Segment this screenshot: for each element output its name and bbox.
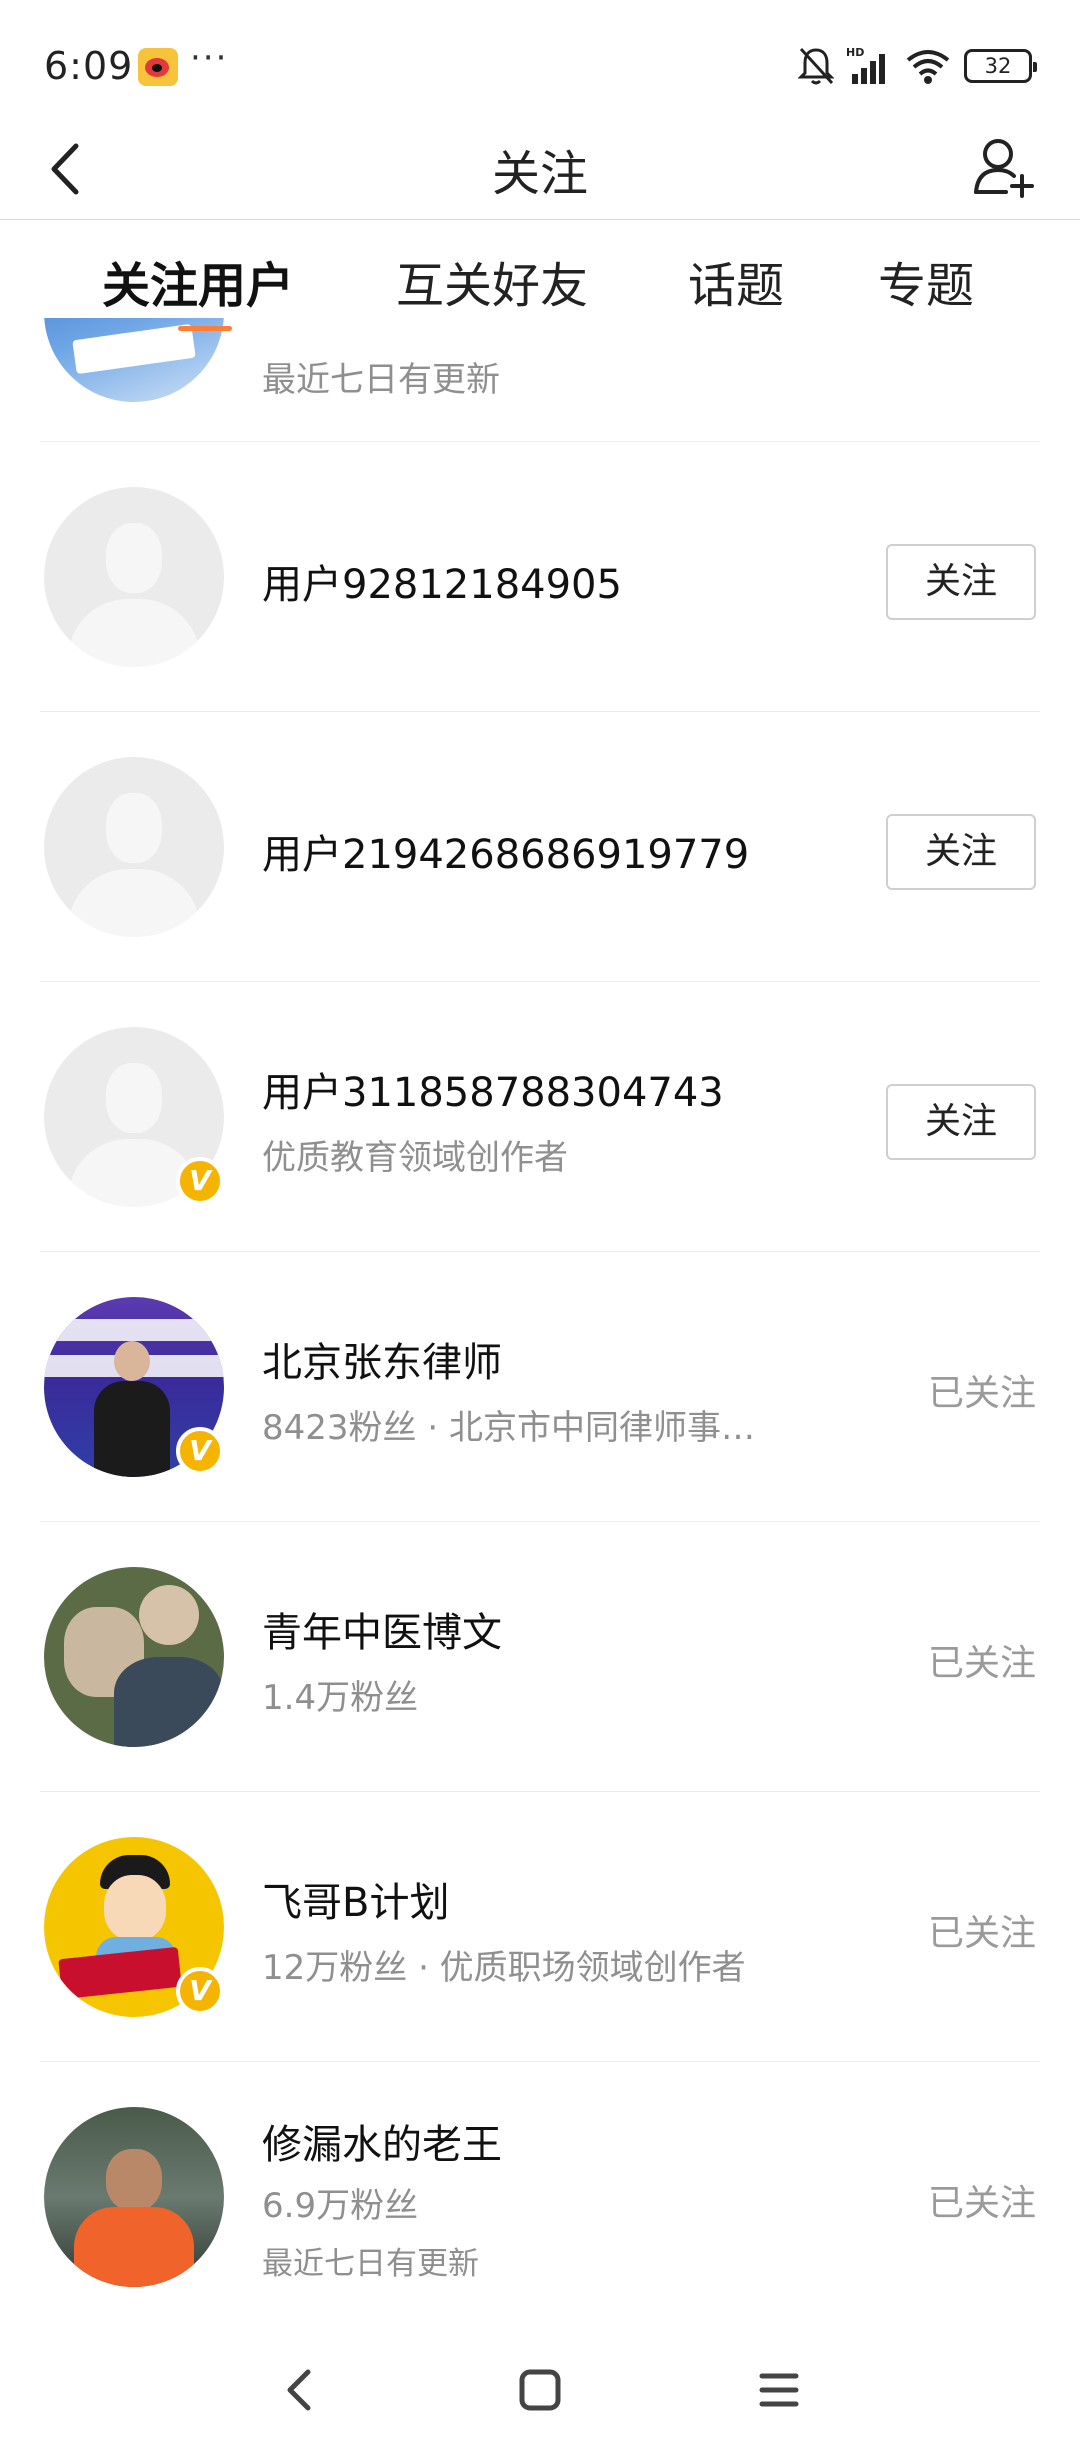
battery-icon: 32: [964, 49, 1037, 83]
list-item[interactable]: 用户92812184905 关注: [0, 442, 1080, 712]
page-title: 关注: [491, 146, 588, 202]
followed-status[interactable]: 已关注: [928, 1904, 1036, 1956]
user-name[interactable]: 用户2194268686919779: [262, 822, 749, 880]
tab-topics[interactable]: 话题: [688, 246, 784, 316]
user-name[interactable]: 北京张东律师: [262, 1330, 502, 1388]
user-name[interactable]: 修漏水的老王: [262, 2112, 502, 2170]
user-name[interactable]: 用户311858788304743: [262, 1060, 724, 1118]
tab-special-topics[interactable]: 专题: [878, 246, 974, 316]
menu-lines-icon[interactable]: [754, 2362, 804, 2418]
follow-button[interactable]: 关注: [886, 1084, 1036, 1160]
default-person-icon: [106, 523, 162, 593]
list-item[interactable]: 修漏水的老王 6.9万粉丝 最近七日有更新 已关注: [0, 2062, 1080, 2328]
hd-label: HD: [846, 46, 864, 59]
verified-badge-icon: V: [176, 1967, 224, 2015]
user-description: 1.4万粉丝: [262, 1678, 419, 1718]
logo-shape: [72, 323, 196, 375]
active-tab-indicator: [178, 326, 232, 331]
weibo-icon: [138, 48, 178, 86]
following-list[interactable]: 最近七日有更新 用户92812184905 关注 用户2194268686919…: [0, 318, 1080, 2328]
bell-off-icon: [798, 47, 834, 85]
follow-button[interactable]: 关注: [886, 814, 1036, 890]
home-square-icon[interactable]: [514, 2362, 566, 2418]
user-name[interactable]: 青年中医博文: [262, 1600, 502, 1658]
user-name[interactable]: 飞哥B计划: [262, 1870, 449, 1928]
list-item[interactable]: V 飞哥B计划 12万粉丝 · 优质职场领域创作者 已关注: [0, 1792, 1080, 2062]
avatar: [44, 1567, 224, 1747]
back-triangle-icon[interactable]: [278, 2362, 322, 2418]
user-description: 12万粉丝 · 优质职场领域创作者: [262, 1948, 746, 1988]
tab-following-users[interactable]: 关注用户: [102, 246, 294, 316]
tab-mutual-friends[interactable]: 互关好友: [396, 246, 588, 316]
default-person-icon: [106, 1063, 162, 1133]
tab-bar: 关注用户 互关好友 话题 专题: [0, 222, 1080, 318]
user-description: 优质教育领域创作者: [262, 1138, 568, 1178]
verified-badge-icon: V: [176, 1157, 224, 1205]
avatar: [44, 487, 224, 667]
signal-icon: HD: [846, 46, 885, 84]
wifi-icon: [906, 50, 950, 84]
status-icons: HD 32: [798, 44, 1037, 88]
user-update-note: 最近七日有更新: [262, 360, 500, 400]
user-description: 8423粉丝 · 北京市中同律师事…: [262, 1408, 755, 1448]
verified-badge-icon: V: [176, 1427, 224, 1475]
user-description: 6.9万粉丝: [262, 2186, 419, 2226]
header: 关注: [0, 120, 1080, 220]
add-user-icon[interactable]: [972, 132, 1036, 202]
list-item[interactable]: 青年中医博文 1.4万粉丝 已关注: [0, 1522, 1080, 1792]
list-item[interactable]: 用户2194268686919779 关注: [0, 712, 1080, 982]
avatar: [44, 2107, 224, 2287]
followed-status[interactable]: 已关注: [928, 1634, 1036, 1686]
list-item[interactable]: 最近七日有更新: [0, 318, 1080, 442]
system-nav-bar: [0, 2330, 1080, 2460]
list-item[interactable]: V 北京张东律师 8423粉丝 · 北京市中同律师事… 已关注: [0, 1252, 1080, 1522]
follow-button[interactable]: 关注: [886, 544, 1036, 620]
user-name[interactable]: 用户92812184905: [262, 552, 622, 610]
user-update-note: 最近七日有更新: [262, 2246, 479, 2282]
list-item[interactable]: V 用户311858788304743 优质教育领域创作者 关注: [0, 982, 1080, 1252]
status-time: 6:09: [44, 44, 134, 88]
default-person-icon: [106, 793, 162, 863]
followed-status[interactable]: 已关注: [928, 1364, 1036, 1416]
avatar: [44, 757, 224, 937]
status-bar: 6:09 ··· HD 32: [0, 0, 1080, 130]
followed-status[interactable]: 已关注: [928, 2174, 1036, 2226]
more-notifications-icon: ···: [190, 38, 229, 78]
